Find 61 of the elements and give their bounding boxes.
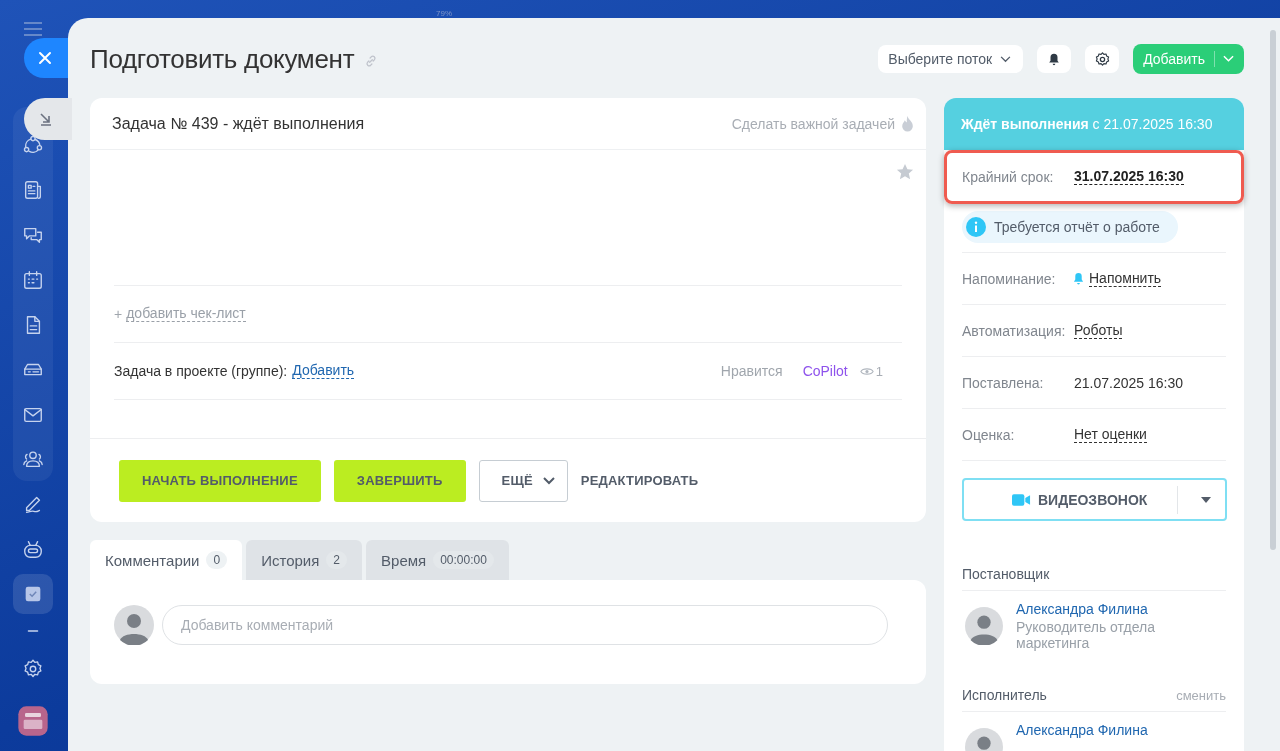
app-icon[interactable] [17, 705, 49, 737]
comment-field[interactable]: Добавить комментарий [162, 605, 888, 645]
task-heading: Задача № 439 - ждёт выполнения [112, 114, 365, 133]
person-name[interactable]: Александра Филина [1016, 601, 1176, 617]
add-project-link[interactable]: Добавить [292, 363, 355, 379]
chevron-icon [1000, 55, 1012, 63]
reminder-link[interactable]: Напомнить [1089, 270, 1162, 287]
collapse-button[interactable] [24, 98, 72, 140]
tab[interactable]: История 2 [246, 540, 363, 580]
eye-icon [859, 366, 874, 376]
field-label: Крайний срок: [962, 169, 1055, 185]
chevron-icon [542, 476, 555, 485]
person-name[interactable]: Александра Филина [1016, 722, 1148, 738]
video-call-button[interactable]: ВИДЕОЗВОНОК [962, 478, 1227, 521]
role-heading: Исполнитель [962, 687, 1047, 703]
tab-count: 0 [206, 551, 228, 569]
task-icon[interactable] [13, 573, 53, 614]
tab-count: 00:00:00 [433, 551, 494, 569]
arrow-icon [38, 111, 54, 127]
caret-icon[interactable] [1201, 496, 1211, 503]
tab[interactable]: Комментарии 0 [90, 540, 243, 580]
close-icon [38, 51, 52, 65]
field-label: Поставлена: [962, 374, 1045, 391]
notice-text: Требуется отчёт о работе [994, 219, 1160, 235]
deadline-link[interactable]: 31.07.2025 16:30 [1074, 169, 1184, 185]
tab[interactable]: Время 00:00:00 [366, 540, 509, 580]
flow-select[interactable]: Выберите поток [878, 45, 1024, 73]
avatar [965, 607, 1003, 645]
camera-icon [1012, 493, 1031, 506]
field-label: Оценка: [962, 426, 1016, 443]
edit-button[interactable]: РЕДАКТИРОВАТЬ [580, 459, 699, 502]
copilot-link[interactable]: CoPilot [802, 363, 848, 379]
plus-sign: + [114, 306, 123, 322]
project-label: Задача в проекте (группе): [114, 363, 288, 379]
avatar [114, 605, 154, 645]
more-button[interactable]: ЕЩЁ [478, 459, 568, 502]
scrollbar[interactable] [1270, 30, 1276, 550]
status-text: Ждёт выполнения с 21.07.2025 16:30 [961, 116, 1213, 132]
star-icon[interactable] [896, 163, 914, 181]
settings-icon[interactable] [22, 657, 44, 680]
notification-button[interactable] [1037, 45, 1072, 73]
task-title: Подготовить документ [90, 43, 355, 75]
field-value: 21.07.2025 16:30 [1074, 374, 1183, 391]
field-label: Напоминание: [962, 270, 1057, 287]
bell-icon [1073, 272, 1084, 285]
settings-icon [1093, 50, 1111, 68]
person-position: Руководитель отдела маркетинга [1016, 619, 1156, 651]
view-count: 1 [875, 363, 883, 379]
field-label: Автоматизация: [962, 322, 1067, 339]
tab-count: 2 [326, 551, 348, 569]
action-button[interactable]: ЗАВЕРШИТЬ [333, 459, 466, 502]
field-link[interactable]: Роботы [1074, 322, 1123, 339]
bell-icon [1047, 52, 1062, 66]
calendar-icon[interactable] [22, 268, 44, 291]
field-link[interactable]: Нет оценки [1074, 426, 1147, 443]
role-heading: Постановщик [962, 566, 1050, 582]
zoom-level: 79% [436, 9, 452, 18]
action-button[interactable]: НАЧАТЬ ВЫПОЛНЕНИЕ [119, 459, 321, 502]
news-icon[interactable] [22, 178, 44, 201]
settings-button[interactable] [1085, 45, 1120, 73]
info-icon [966, 217, 986, 237]
